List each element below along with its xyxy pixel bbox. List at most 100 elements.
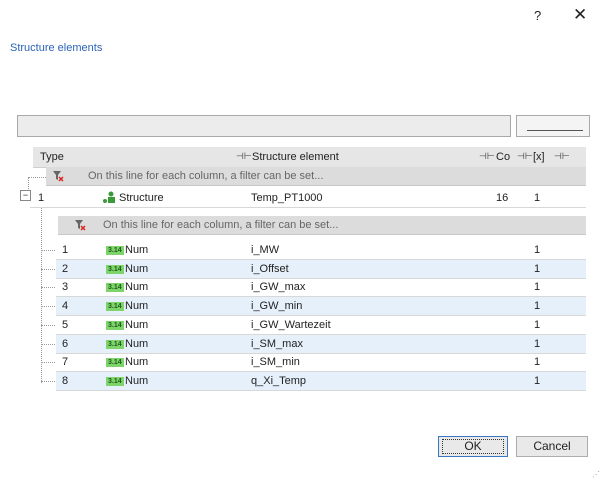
num-badge: 3.14 bbox=[106, 246, 124, 255]
close-button[interactable]: ✕ bbox=[573, 5, 587, 25]
row-structure-element: i_GW_max bbox=[251, 281, 306, 294]
search-options-button[interactable] bbox=[516, 115, 590, 137]
row-x: 1 bbox=[534, 300, 541, 313]
row-id: 8 bbox=[62, 374, 69, 387]
row-structure-element: i_SM_max bbox=[251, 337, 303, 350]
row-structure-element: Temp_PT1000 bbox=[251, 192, 323, 204]
num-type-icon: 3.14 bbox=[106, 300, 127, 312]
row-type: Num bbox=[125, 262, 149, 275]
num-badge: 3.14 bbox=[106, 320, 124, 330]
tree-line bbox=[41, 362, 55, 364]
structure-grid: Type ⊣⊢ Structure element ⊣⊢ Co ⊣⊢ [x] ⊣… bbox=[20, 145, 588, 391]
table-row[interactable]: 5 3.14 Num i_GW_Wartezeit 1 bbox=[56, 316, 586, 335]
column-header-type[interactable]: Type bbox=[40, 151, 64, 163]
row-structure-element: i_GW_Wartezeit bbox=[251, 318, 331, 331]
num-type-icon: 3.14 bbox=[106, 263, 127, 275]
help-button[interactable]: ? bbox=[534, 8, 541, 23]
row-x: 1 bbox=[534, 262, 541, 275]
row-structure-element: i_Offset bbox=[251, 262, 289, 275]
row-type: Num bbox=[125, 244, 149, 256]
num-badge: 3.14 bbox=[106, 376, 124, 386]
tree-line bbox=[41, 250, 55, 251]
row-type: Num bbox=[125, 374, 149, 387]
filter-hint: On this line for each column, a filter c… bbox=[88, 170, 324, 182]
column-header-structure-element[interactable]: Structure element bbox=[252, 151, 339, 163]
row-id: 7 bbox=[62, 356, 69, 369]
pin-icon[interactable]: ⊣⊢ bbox=[554, 151, 570, 162]
grid-header: Type ⊣⊢ Structure element ⊣⊢ Co ⊣⊢ [x] ⊣… bbox=[33, 147, 586, 168]
focus-ring bbox=[442, 439, 504, 454]
filter-clear-icon[interactable] bbox=[74, 219, 86, 231]
collapse-icon[interactable]: − bbox=[20, 190, 31, 201]
table-row[interactable]: − 1 Structure Temp_PT1000 16 1 bbox=[20, 189, 586, 208]
table-row[interactable]: 8 3.14 Num q_Xi_Temp 1 bbox=[56, 371, 586, 391]
row-x: 1 bbox=[534, 192, 541, 204]
num-badge: 3.14 bbox=[106, 358, 124, 368]
row-type: Num bbox=[125, 337, 149, 350]
row-type: Structure bbox=[119, 192, 164, 204]
tree-line bbox=[41, 268, 55, 270]
tree-line bbox=[41, 343, 55, 345]
row-id: 3 bbox=[62, 281, 69, 294]
row-x: 1 bbox=[534, 281, 541, 294]
tree-line bbox=[41, 324, 55, 326]
row-type: Num bbox=[125, 300, 149, 313]
filter-clear-icon[interactable] bbox=[52, 170, 64, 182]
row-id: 6 bbox=[62, 337, 69, 350]
search-input[interactable] bbox=[17, 115, 511, 137]
row-structure-element: i_SM_min bbox=[251, 356, 300, 369]
row-type: Num bbox=[125, 281, 149, 294]
filter-row[interactable]: On this line for each column, a filter c… bbox=[46, 167, 586, 186]
tree-line bbox=[41, 208, 42, 383]
table-row[interactable]: 2 3.14 Num i_Offset 1 bbox=[56, 259, 586, 279]
row-structure-element: q_Xi_Temp bbox=[251, 374, 307, 387]
filter-hint: On this line for each column, a filter c… bbox=[103, 219, 339, 231]
num-badge: 3.14 bbox=[106, 264, 124, 274]
tree-line bbox=[41, 306, 55, 308]
row-x: 1 bbox=[534, 244, 541, 256]
nested-filter-row[interactable]: On this line for each column, a filter c… bbox=[58, 216, 586, 235]
num-badge: 3.14 bbox=[106, 283, 124, 293]
num-type-icon: 3.14 bbox=[106, 356, 127, 368]
tree-line bbox=[41, 380, 55, 382]
num-type-icon: 3.14 bbox=[106, 244, 127, 256]
row-id: 2 bbox=[62, 262, 69, 275]
cancel-label: Cancel bbox=[533, 439, 571, 453]
num-type-icon: 3.14 bbox=[106, 281, 127, 293]
num-type-icon: 3.14 bbox=[106, 375, 127, 387]
row-structure-element: i_MW bbox=[251, 244, 280, 256]
row-type: Num bbox=[125, 318, 149, 331]
table-row[interactable]: 3 3.14 Num i_GW_max 1 bbox=[56, 278, 586, 298]
pin-icon[interactable]: ⊣⊢ bbox=[236, 151, 252, 162]
table-row[interactable]: 1 3.14 Num i_MW 1 bbox=[56, 241, 586, 260]
table-row[interactable]: 6 3.14 Num i_SM_max 1 bbox=[56, 334, 586, 354]
row-id: 5 bbox=[62, 318, 69, 331]
column-header-x[interactable]: [x] bbox=[533, 151, 545, 163]
column-header-co[interactable]: Co bbox=[496, 151, 510, 163]
dialog-title: Structure elements bbox=[10, 42, 103, 54]
row-x: 1 bbox=[534, 356, 541, 369]
row-type: Num bbox=[125, 356, 149, 369]
row-id: 1 bbox=[62, 244, 69, 256]
pin-icon[interactable]: ⊣⊢ bbox=[479, 151, 495, 162]
resize-grip-icon[interactable]: ⋰ bbox=[592, 470, 600, 479]
row-x: 1 bbox=[534, 374, 541, 387]
tree-line bbox=[28, 177, 46, 178]
num-type-icon: 3.14 bbox=[106, 338, 127, 350]
tree-line bbox=[41, 287, 55, 289]
row-structure-element: i_GW_min bbox=[251, 300, 303, 313]
num-badge: 3.14 bbox=[106, 339, 124, 349]
structure-icon bbox=[103, 191, 115, 203]
row-x: 1 bbox=[534, 337, 541, 350]
pin-icon[interactable]: ⊣⊢ bbox=[517, 151, 533, 162]
table-row[interactable]: 7 3.14 Num i_SM_min 1 bbox=[56, 353, 586, 373]
row-id: 1 bbox=[38, 192, 45, 204]
row-co: 16 bbox=[496, 192, 509, 204]
ok-button[interactable]: OK bbox=[438, 436, 508, 457]
num-type-icon: 3.14 bbox=[106, 319, 127, 331]
row-id: 4 bbox=[62, 300, 69, 313]
tree-line bbox=[28, 177, 29, 191]
num-badge: 3.14 bbox=[106, 302, 124, 312]
table-row[interactable]: 4 3.14 Num i_GW_min 1 bbox=[56, 297, 586, 317]
cancel-button[interactable]: Cancel bbox=[516, 436, 588, 457]
